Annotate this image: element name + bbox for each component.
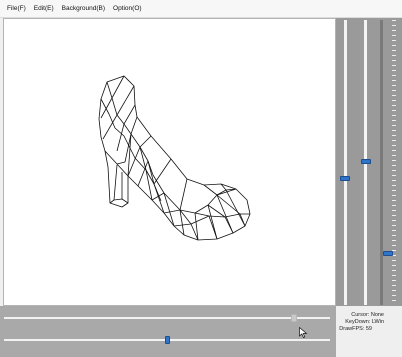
status-drawfps-label: DrawFPS: [339, 326, 365, 332]
mouse-pointer-icon [299, 327, 308, 338]
shoe-wireframe-model [98, 75, 251, 241]
status-drawfps-value: 59 [365, 326, 372, 332]
vertical-slider-panel [336, 18, 402, 306]
slider-tick-marks [392, 20, 396, 305]
status-keydown-label: KeyDown: [345, 319, 371, 325]
vertical-slider-thumb-3[interactable] [383, 251, 393, 256]
menu-bar: File(F) Edit(E) Background(B) Option(O) [0, 0, 402, 18]
horizontal-slider-thumb-top[interactable] [291, 314, 297, 322]
status-cursor-label: Cursor: [351, 312, 370, 318]
menu-file[interactable]: File(F) [0, 0, 30, 17]
status-cursor: Cursor: None [351, 312, 384, 318]
vertical-slider-thumb-2[interactable] [361, 159, 371, 164]
horizontal-slider-track-top[interactable] [4, 317, 330, 319]
menu-edit[interactable]: Edit(E) [30, 0, 58, 17]
vertical-slider-thumb-1[interactable] [340, 176, 350, 181]
status-drawfps: DrawFPS: 59 [339, 326, 372, 332]
menu-background[interactable]: Background(B) [58, 0, 109, 17]
vertical-slider-track-1[interactable] [344, 20, 347, 305]
vertical-slider-track-3[interactable] [380, 20, 383, 305]
status-panel: Cursor: None KeyDown: LWin DrawFPS: 59 [336, 306, 402, 357]
menu-option[interactable]: Option(O) [109, 0, 146, 17]
horizontal-slider-thumb-bottom[interactable] [165, 336, 170, 344]
status-cursor-value: None [370, 312, 384, 318]
3d-viewport[interactable] [3, 18, 336, 306]
status-keydown-value: LWin [371, 319, 384, 325]
status-keydown: KeyDown: LWin [345, 319, 384, 325]
horizontal-slider-panel [0, 306, 336, 357]
